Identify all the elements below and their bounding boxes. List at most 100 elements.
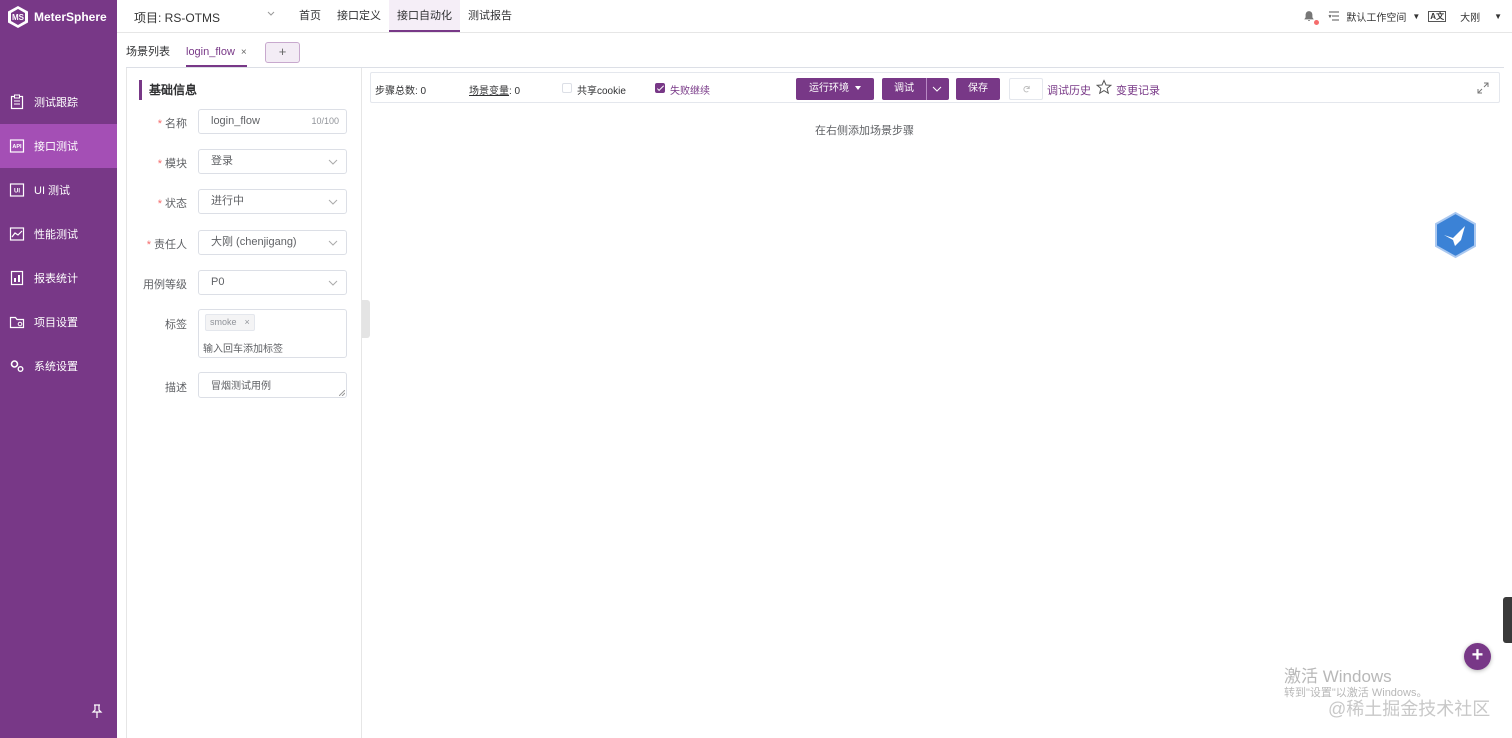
clipboard-icon bbox=[10, 94, 24, 110]
steps-total: 步骤总数: 0 bbox=[375, 86, 427, 97]
debug-button-group: 调试 bbox=[882, 78, 949, 100]
name-value: login_flow bbox=[211, 115, 260, 127]
tags-placeholder: 输入回车添加标签 bbox=[203, 344, 283, 355]
project-selector[interactable]: 项目: RS-OTMS bbox=[134, 9, 220, 26]
continue-on-fail-label: 失败继续 bbox=[670, 86, 710, 97]
scenario-toolbar: 步骤总数: 0 场景变量: 0 共享cookie 失败继续 运行环境 调试 保存… bbox=[370, 72, 1500, 103]
module-label: * 模块 bbox=[157, 158, 187, 170]
tab-label: login_flow bbox=[186, 46, 235, 58]
share-cookie-label: 共享cookie bbox=[577, 86, 626, 97]
workspace-selector[interactable]: 默认工作空间 bbox=[1346, 9, 1406, 24]
required-mark: * bbox=[157, 118, 162, 130]
section-title: 基础信息 bbox=[139, 80, 197, 100]
level-value: P0 bbox=[211, 276, 225, 288]
empty-steps-hint: 在右侧添加场景步骤 bbox=[815, 125, 914, 137]
continue-on-fail-checkbox[interactable] bbox=[655, 83, 665, 93]
tab-scenario-list[interactable]: 场景列表 bbox=[126, 40, 170, 67]
chevron-down-icon bbox=[328, 159, 338, 165]
debug-history-link[interactable]: 调试历史 bbox=[1047, 82, 1091, 98]
assistant-bird-icon[interactable] bbox=[1433, 211, 1478, 259]
sidebar-item-label: 测试跟踪 bbox=[34, 97, 78, 109]
char-count: 10/100 bbox=[311, 116, 339, 126]
sidebar-item-label: 系统设置 bbox=[34, 361, 78, 373]
svg-text:API: API bbox=[12, 144, 22, 150]
module-value: 登录 bbox=[211, 155, 233, 167]
caret-down-icon[interactable]: ▼ bbox=[1494, 12, 1502, 21]
basic-info-panel: 基础信息 * 名称 login_flow 10/100 * 模块 登录 * 状态 进行… bbox=[126, 68, 362, 738]
description-textarea[interactable]: 冒烟测试用例 bbox=[198, 372, 347, 398]
tags-label: 标签 bbox=[165, 319, 187, 331]
sidebar-item-performance-test[interactable]: 性能测试 bbox=[0, 212, 117, 256]
chart-icon bbox=[9, 227, 25, 241]
save-button[interactable]: 保存 bbox=[956, 78, 1000, 100]
name-label: * 名称 bbox=[157, 118, 187, 130]
level-select[interactable]: P0 bbox=[198, 270, 347, 295]
sidebar-item-api-test[interactable]: API 接口测试 bbox=[0, 124, 117, 168]
sidebar-item-ui-test[interactable]: UI UI 测试 bbox=[0, 168, 117, 212]
menu-home[interactable]: 首页 bbox=[291, 0, 329, 32]
chevron-down-icon[interactable] bbox=[930, 85, 944, 93]
svg-text:MS: MS bbox=[12, 13, 25, 22]
sidebar-item-project-settings[interactable]: 项目设置 bbox=[0, 300, 117, 344]
share-cookie-checkbox[interactable] bbox=[562, 83, 572, 93]
app-name: MeterSphere bbox=[34, 10, 107, 24]
star-icon[interactable] bbox=[1096, 79, 1112, 95]
change-log-link[interactable]: 变更记录 bbox=[1116, 82, 1160, 98]
workspace-list-icon bbox=[1328, 11, 1340, 21]
owner-select[interactable]: 大刚 (chenjigang) bbox=[198, 230, 347, 255]
menu-test-report[interactable]: 测试报告 bbox=[460, 0, 520, 32]
panel-collapse-handle[interactable] bbox=[362, 300, 370, 338]
language-switch[interactable]: A文 bbox=[1428, 10, 1447, 22]
description-value: 冒烟测试用例 bbox=[211, 381, 271, 392]
notification-bell[interactable] bbox=[1302, 9, 1320, 25]
folder-settings-icon bbox=[9, 316, 25, 329]
desc-label: 描述 bbox=[165, 382, 187, 394]
module-select[interactable]: 登录 bbox=[198, 149, 347, 174]
tags-input[interactable]: smoke × 输入回车添加标签 bbox=[198, 309, 347, 358]
logo[interactable]: MS MeterSphere bbox=[6, 4, 107, 30]
menu-api-definition[interactable]: 接口定义 bbox=[329, 0, 389, 32]
status-value: 进行中 bbox=[211, 195, 244, 207]
caret-down-icon bbox=[855, 86, 861, 91]
scene-variables[interactable]: 场景变量: 0 bbox=[469, 82, 520, 97]
name-input[interactable]: login_flow 10/100 bbox=[198, 109, 347, 134]
level-label: 用例等级 bbox=[143, 279, 187, 291]
source-watermark: @稀土掘金技术社区 bbox=[1328, 699, 1491, 719]
user-menu[interactable]: 大刚 bbox=[1460, 9, 1480, 24]
owner-value: 大刚 (chenjigang) bbox=[211, 236, 297, 248]
gears-icon bbox=[10, 360, 24, 372]
api-icon: API bbox=[9, 139, 25, 153]
tab-login-flow[interactable]: login_flow × bbox=[186, 40, 247, 67]
sidebar-item-label: 报表统计 bbox=[34, 273, 78, 285]
sidebar-item-test-track[interactable]: 测试跟踪 bbox=[0, 80, 117, 124]
debug-button[interactable]: 调试 bbox=[882, 78, 927, 100]
fullscreen-icon[interactable] bbox=[1477, 82, 1489, 94]
resize-handle-icon[interactable] bbox=[339, 390, 345, 396]
status-select[interactable]: 进行中 bbox=[198, 189, 347, 214]
chevron-down-icon bbox=[328, 240, 338, 246]
sidebar: MS MeterSphere 测试跟踪 API 接口测试 UI UI 测试 性能… bbox=[0, 0, 117, 738]
notification-dot bbox=[1314, 20, 1320, 25]
chevron-down-icon[interactable] bbox=[266, 9, 276, 19]
top-bar: 项目: RS-OTMS 首页 接口定义 接口自动化 测试报告 默认工作空间 ▼ … bbox=[117, 0, 1512, 33]
top-menu: 首页 接口定义 接口自动化 测试报告 bbox=[291, 0, 520, 32]
sidebar-item-system-settings[interactable]: 系统设置 bbox=[0, 344, 117, 388]
side-scroll-tab[interactable] bbox=[1503, 597, 1512, 643]
sidebar-item-label: 项目设置 bbox=[34, 317, 78, 329]
tag-close-icon[interactable]: × bbox=[245, 317, 250, 327]
report-icon bbox=[10, 270, 24, 286]
chevron-down-icon bbox=[328, 280, 338, 286]
menu-api-automation[interactable]: 接口自动化 bbox=[389, 0, 460, 32]
top-right-tools: 默认工作空间 ▼ A文 大刚 ▼ bbox=[1302, 0, 1512, 32]
sidebar-item-label: UI 测试 bbox=[34, 185, 71, 197]
run-environment-button[interactable]: 运行环境 bbox=[796, 78, 874, 100]
close-icon[interactable]: × bbox=[241, 47, 247, 58]
add-tab-button[interactable]: + bbox=[265, 42, 300, 63]
owner-label: * 责任人 bbox=[146, 239, 187, 251]
pin-icon[interactable] bbox=[91, 704, 103, 718]
sidebar-item-report-stats[interactable]: 报表统计 bbox=[0, 256, 117, 300]
refresh-icon bbox=[1023, 85, 1030, 93]
refresh-button[interactable] bbox=[1009, 78, 1043, 100]
add-step-button[interactable]: + bbox=[1464, 643, 1491, 670]
caret-down-icon[interactable]: ▼ bbox=[1412, 12, 1420, 21]
